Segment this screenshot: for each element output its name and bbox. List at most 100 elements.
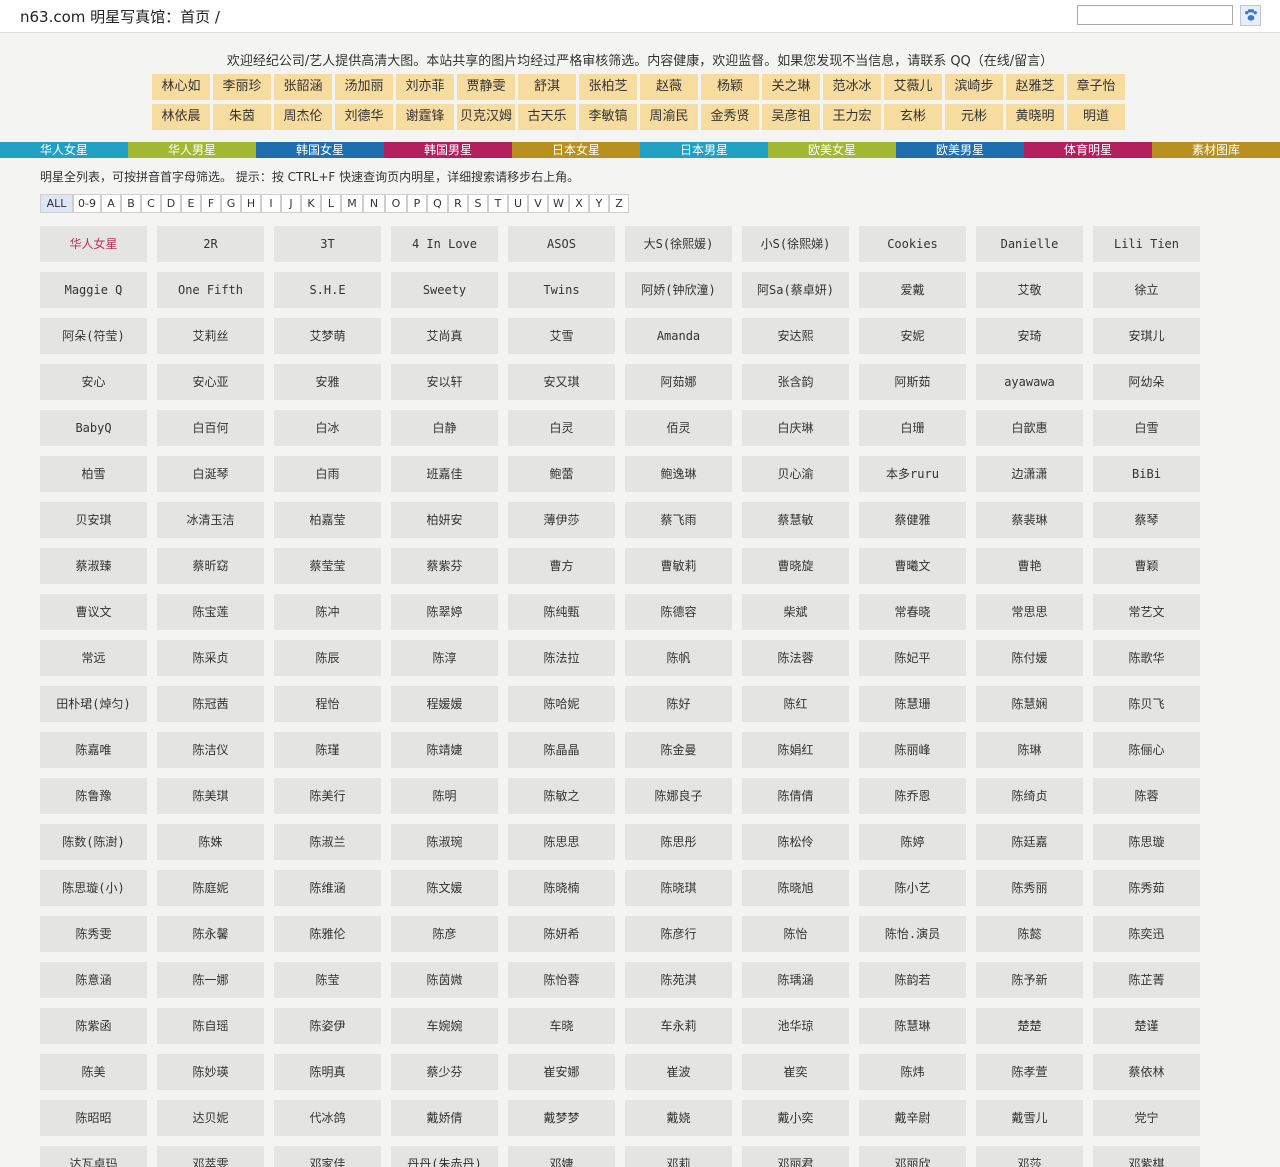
star-link[interactable]: 崔波 (625, 1054, 732, 1090)
quick-link[interactable]: 刘亦菲 (396, 74, 454, 100)
quick-link[interactable]: 李丽珍 (213, 74, 271, 100)
star-link[interactable]: 崔安娜 (508, 1054, 615, 1090)
star-link[interactable]: 张含韵 (742, 364, 849, 400)
star-link[interactable]: 陈一娜 (157, 962, 264, 998)
alpha-filter-item[interactable]: F (201, 194, 221, 213)
star-link[interactable]: 白冰 (274, 410, 381, 446)
category-tab[interactable]: 韩国女星 (256, 142, 384, 158)
star-link[interactable]: 白雪 (1093, 410, 1200, 446)
star-link[interactable]: 艾梦萌 (274, 318, 381, 354)
star-link[interactable]: 蔡依林 (1093, 1054, 1200, 1090)
star-link[interactable]: 常远 (40, 640, 147, 676)
star-link[interactable]: 大S(徐熙媛) (625, 226, 732, 262)
star-link[interactable]: 常春晓 (859, 594, 966, 630)
star-link[interactable]: 安以轩 (391, 364, 498, 400)
star-link[interactable]: 邓婕 (508, 1146, 615, 1167)
star-link[interactable]: 达贝妮 (157, 1100, 264, 1136)
star-link[interactable]: 陈文媛 (391, 870, 498, 906)
star-link[interactable]: 陈思思 (508, 824, 615, 860)
star-link[interactable]: 贝安琪 (40, 502, 147, 538)
star-link[interactable]: 陈妙瑛 (157, 1054, 264, 1090)
star-link[interactable]: 邓莎 (976, 1146, 1083, 1167)
star-link[interactable]: 陈贝飞 (1093, 686, 1200, 722)
category-tab[interactable]: 欧美女星 (768, 142, 896, 158)
star-link[interactable]: 柴斌 (742, 594, 849, 630)
star-link[interactable]: 陈妍希 (508, 916, 615, 952)
quick-link[interactable]: 吴彦祖 (762, 104, 820, 130)
star-link[interactable]: 崔奕 (742, 1054, 849, 1090)
star-link[interactable]: 阿茹娜 (625, 364, 732, 400)
star-link[interactable]: 陈永馨 (157, 916, 264, 952)
star-link[interactable]: 贝心渝 (742, 456, 849, 492)
star-link[interactable]: 陈慧娴 (976, 686, 1083, 722)
category-tab[interactable]: 日本女星 (512, 142, 640, 158)
star-link[interactable]: 陈婷 (859, 824, 966, 860)
star-link[interactable]: 邓家佳 (274, 1146, 381, 1167)
alpha-filter-item[interactable]: U (508, 194, 528, 213)
star-link[interactable]: 4 In Love (391, 226, 498, 262)
star-link[interactable]: 安雅 (274, 364, 381, 400)
star-link[interactable]: 艾敬 (976, 272, 1083, 308)
star-link[interactable]: 陈鲁豫 (40, 778, 147, 814)
star-link[interactable]: 陈美琪 (157, 778, 264, 814)
star-link[interactable]: 陈娟红 (742, 732, 849, 768)
search-input[interactable] (1077, 5, 1233, 25)
star-link[interactable]: 佰灵 (625, 410, 732, 446)
star-link[interactable]: 陈怡.演员 (859, 916, 966, 952)
star-link[interactable]: 本多ruru (859, 456, 966, 492)
star-link[interactable]: 陈好 (625, 686, 732, 722)
star-link[interactable]: 爱戴 (859, 272, 966, 308)
star-link[interactable]: 陈慧琳 (859, 1008, 966, 1044)
star-link[interactable]: 陈俪心 (1093, 732, 1200, 768)
star-link[interactable]: 陈韵若 (859, 962, 966, 998)
star-link[interactable]: 陈明 (391, 778, 498, 814)
star-link[interactable]: 白歆惠 (976, 410, 1083, 446)
quick-link[interactable]: 杨颖 (701, 74, 759, 100)
star-link[interactable]: 程媛媛 (391, 686, 498, 722)
star-link[interactable]: 陈莹 (274, 962, 381, 998)
star-link[interactable]: 冰清玉洁 (157, 502, 264, 538)
alpha-filter-item[interactable]: X (569, 194, 589, 213)
star-link[interactable]: 白珊 (859, 410, 966, 446)
star-link[interactable]: 陈予新 (976, 962, 1083, 998)
star-link[interactable]: 邓莉 (625, 1146, 732, 1167)
star-link[interactable]: BiBi (1093, 456, 1200, 492)
star-link[interactable]: 安琪儿 (1093, 318, 1200, 354)
star-link[interactable]: 蔡莹莹 (274, 548, 381, 584)
star-link[interactable]: 陈松伶 (742, 824, 849, 860)
star-link[interactable]: 阿幼朵 (1093, 364, 1200, 400)
quick-link[interactable]: 古天乐 (518, 104, 576, 130)
star-link[interactable]: 边潇潇 (976, 456, 1083, 492)
star-link[interactable]: 曹艳 (976, 548, 1083, 584)
star-link[interactable]: 安心 (40, 364, 147, 400)
category-tab[interactable]: 素材图库 (1152, 142, 1280, 158)
star-link[interactable]: 陈靖婕 (391, 732, 498, 768)
alpha-filter-item[interactable]: L (321, 194, 341, 213)
alpha-filter-item[interactable]: N (363, 194, 385, 213)
star-link[interactable]: 戴梦梦 (508, 1100, 615, 1136)
star-link[interactable]: 白百何 (157, 410, 264, 446)
star-link[interactable]: 白静 (391, 410, 498, 446)
star-link[interactable]: 陈雅伦 (274, 916, 381, 952)
star-link[interactable]: ayawawa (976, 364, 1083, 400)
star-link[interactable]: 戴雪儿 (976, 1100, 1083, 1136)
star-link[interactable]: BabyQ (40, 410, 147, 446)
star-link[interactable]: 陈瑾 (274, 732, 381, 768)
star-link[interactable]: 曹方 (508, 548, 615, 584)
star-link[interactable]: 蔡昕窈 (157, 548, 264, 584)
star-link[interactable]: 曹敏莉 (625, 548, 732, 584)
star-link[interactable]: 陈采贞 (157, 640, 264, 676)
alpha-filter-item[interactable]: W (548, 194, 569, 213)
star-link[interactable]: 陈苑淇 (625, 962, 732, 998)
star-link[interactable]: 陈秀茹 (1093, 870, 1200, 906)
quick-link[interactable]: 玄彬 (884, 104, 942, 130)
star-link[interactable]: 陈数(陈澍) (40, 824, 147, 860)
star-link[interactable]: 柏妍安 (391, 502, 498, 538)
star-link[interactable]: 安心亚 (157, 364, 264, 400)
site-title[interactable]: n63.com 明星写真馆：首页 / (20, 6, 220, 27)
alpha-filter-item[interactable]: Q (427, 194, 448, 213)
star-link[interactable]: 陈昭昭 (40, 1100, 147, 1136)
star-link[interactable]: Sweety (391, 272, 498, 308)
star-link[interactable]: 达瓦卓玛 (40, 1146, 147, 1167)
alpha-filter-item[interactable]: ALL (40, 194, 73, 213)
